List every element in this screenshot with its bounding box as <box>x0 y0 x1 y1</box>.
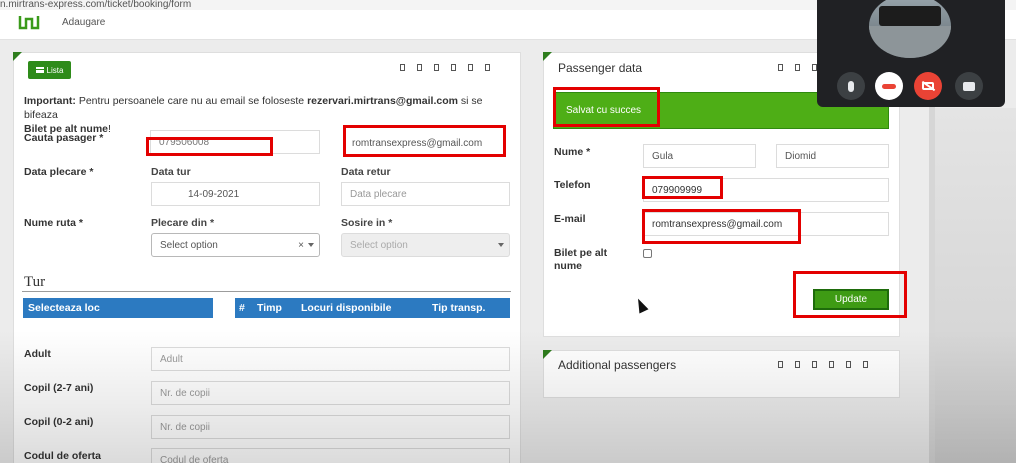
panel-tool-icon[interactable] <box>400 64 405 71</box>
data-tur-value: 14-09-2021 <box>188 188 240 200</box>
sosire-in-label: Sosire in * <box>341 217 393 229</box>
panel-tool-icon[interactable] <box>468 64 473 71</box>
highlight-box <box>642 209 801 244</box>
selecteaza-loc-label: Selecteaza loc <box>28 302 100 314</box>
data-retur-label: Data retur <box>341 166 391 178</box>
selecteaza-loc-header[interactable]: Selecteaza loc <box>23 298 213 318</box>
bilet-alt-nume-label: Bilet pe alt nume <box>554 247 608 272</box>
first-name-input[interactable]: Gula <box>643 144 756 168</box>
background-area <box>935 108 1016 463</box>
present-icon <box>963 81 975 91</box>
copil-0-2-placeholder: Nr. de copii <box>160 421 211 433</box>
panel-tool-icon[interactable] <box>863 361 868 368</box>
notice-email: rezervari.mirtrans@gmail.com <box>307 95 458 107</box>
tur-divider <box>22 291 511 292</box>
adult-placeholder: Adult <box>160 353 183 365</box>
highlight-box <box>793 271 907 318</box>
data-tur-label: Data tur <box>151 166 191 178</box>
panel-tool-icon[interactable] <box>485 64 490 71</box>
notice-text: Pentru persoanele care nu au email se fo… <box>75 95 308 107</box>
panel-tool-icon[interactable] <box>846 361 851 368</box>
camera-bus <box>879 6 941 26</box>
video-call-overlay <box>817 0 1005 107</box>
logo-icon <box>18 16 40 30</box>
list-icon <box>35 67 44 73</box>
trips-table-header: # Timp Locuri disponibile Tip transp. <box>235 298 510 318</box>
copil-0-2-input[interactable]: Nr. de copii <box>151 415 510 439</box>
camera-preview <box>869 0 951 58</box>
panel-tools <box>400 64 490 71</box>
plecare-din-select[interactable]: Select option × <box>151 233 320 257</box>
panel-tool-icon[interactable] <box>451 64 456 71</box>
table-header-cell: # <box>239 302 245 314</box>
data-retur-placeholder: Data plecare <box>350 188 407 200</box>
present-button[interactable] <box>955 72 983 100</box>
cauta-pasager-label: Cauta pasager * <box>24 132 104 144</box>
nume-label: Nume * <box>554 146 591 158</box>
first-name-value: Gula <box>652 150 674 162</box>
highlight-box <box>146 137 273 156</box>
highlight-box <box>343 125 506 157</box>
lista-button[interactable]: Lista <box>28 61 71 79</box>
panel-tool-icon[interactable] <box>434 64 439 71</box>
camera-off-button[interactable] <box>914 72 942 100</box>
end-call-button[interactable] <box>875 72 903 100</box>
nume-ruta-label: Nume ruta * <box>24 217 83 229</box>
copil-2-7-placeholder: Nr. de copii <box>160 387 211 399</box>
copil-2-7-input[interactable]: Nr. de copii <box>151 381 510 405</box>
panel-corner-marker <box>543 52 552 61</box>
cod-oferta-input[interactable]: Codul de oferta <box>151 448 510 463</box>
table-header-cell: Locuri disponibile <box>301 302 392 314</box>
panel-corner-marker <box>543 350 552 359</box>
cod-oferta-label: Codul de oferta <box>24 450 102 462</box>
email-label: E-mail <box>554 213 586 225</box>
mic-icon <box>848 80 854 92</box>
panel-tools <box>778 361 868 368</box>
last-name-value: Diomid <box>785 150 817 162</box>
panel-corner-marker <box>13 52 22 61</box>
data-plecare-label: Data plecare * <box>24 166 94 178</box>
highlight-box <box>553 87 660 127</box>
nav-link-adaugare[interactable]: Adaugare <box>62 17 105 28</box>
mic-button[interactable] <box>837 72 865 100</box>
last-name-input[interactable]: Diomid <box>776 144 889 168</box>
plecare-din-label: Plecare din * <box>151 217 215 229</box>
cod-oferta-placeholder: Codul de oferta <box>160 454 229 463</box>
bilet-alt-nume-checkbox[interactable] <box>643 249 652 258</box>
data-tur-input[interactable]: 14-09-2021 <box>151 182 320 206</box>
plecare-din-placeholder: Select option <box>160 239 218 251</box>
adult-label: Adult <box>24 348 51 360</box>
tur-section-title: Tur <box>24 274 46 290</box>
camera-off-icon <box>922 82 934 90</box>
copil-0-2-label: Copil (0-2 ani) <box>24 416 94 428</box>
highlight-box <box>642 176 723 199</box>
data-retur-input[interactable]: Data plecare <box>341 182 510 206</box>
panel-tool-icon[interactable] <box>812 361 817 368</box>
telefon-label: Telefon <box>554 179 591 191</box>
passenger-panel-title: Passenger data <box>558 61 643 75</box>
additional-passengers-panel: Additional passengers <box>543 350 900 398</box>
end-call-icon <box>882 83 896 89</box>
panel-tool-icon[interactable] <box>778 64 783 71</box>
table-header-cell: Tip transp. <box>432 302 486 314</box>
panel-tool-icon[interactable] <box>778 361 783 368</box>
notice-strong: Important: <box>24 95 76 107</box>
table-header-cell: Timp <box>257 302 282 314</box>
clear-icon[interactable]: × <box>298 240 304 251</box>
additional-passengers-title: Additional passengers <box>558 358 677 372</box>
panel-tool-icon[interactable] <box>795 361 800 368</box>
panel-tool-icon[interactable] <box>829 361 834 368</box>
adult-input[interactable]: Adult <box>151 347 510 371</box>
sosire-in-select[interactable]: Select option <box>341 233 510 257</box>
notice-end: ! <box>108 123 111 135</box>
lista-button-label: Lista <box>46 65 64 75</box>
panel-tool-icon[interactable] <box>417 64 422 71</box>
chevron-down-icon[interactable] <box>308 243 314 247</box>
copil-2-7-label: Copil (2-7 ani) <box>24 382 94 394</box>
panel-tool-icon[interactable] <box>795 64 800 71</box>
sosire-in-placeholder: Select option <box>350 239 408 251</box>
chevron-down-icon[interactable] <box>498 243 504 247</box>
camera-ground <box>869 26 951 58</box>
